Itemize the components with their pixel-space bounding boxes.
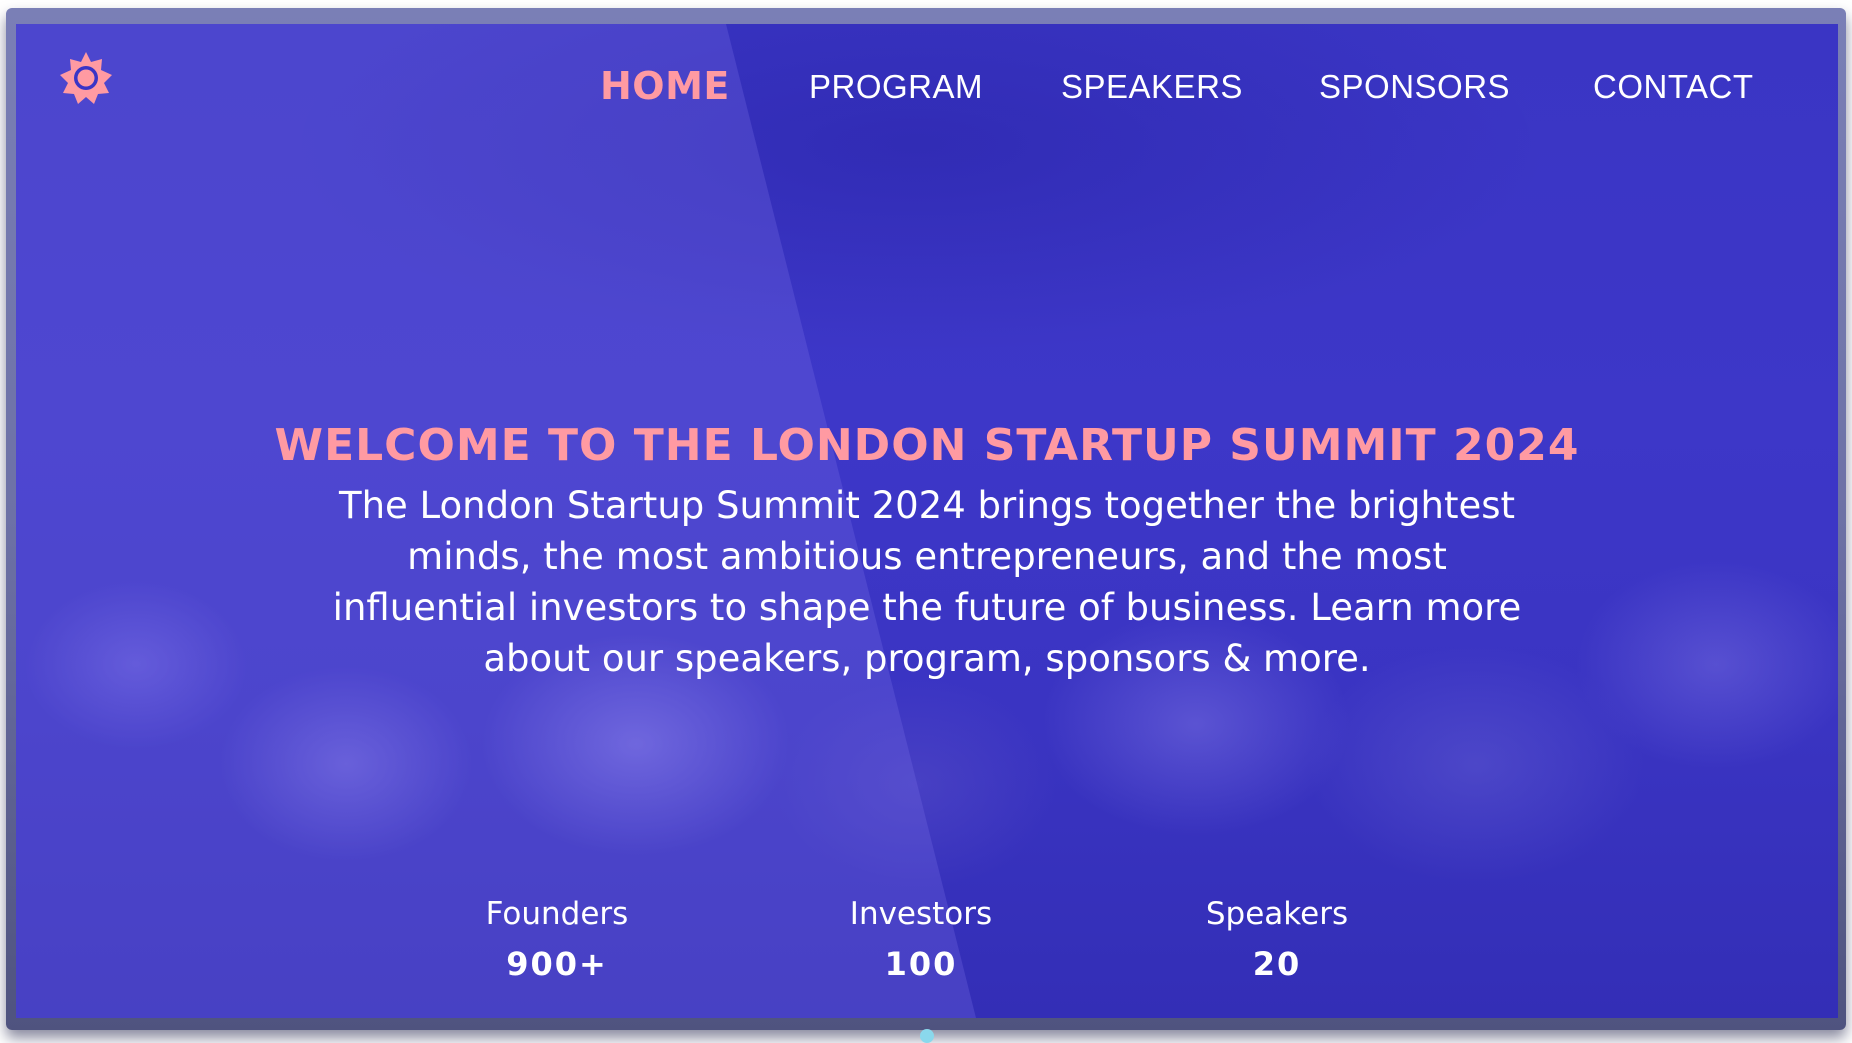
nav-speakers-link[interactable]: SPEAKERS [1061,68,1243,106]
stat-speakers: Speakers 20 [1147,894,1407,984]
stat-label: Speakers [1205,896,1349,932]
hero-title: WELCOME TO THE LONDON STARTUP SUMMIT 202… [274,420,1580,471]
stat-label: Founders [485,896,629,932]
stat-label: Investors [849,896,993,932]
nav-home-link[interactable]: HOME [600,64,730,108]
stat-founders: Founders 900+ [427,894,687,984]
nav-program-link[interactable]: PROGRAM [809,68,983,106]
app-frame: HOME PROGRAM SPEAKERS SPONSORS CONTACT W… [0,8,1852,1043]
stat-value: 20 [1252,945,1302,983]
nav-contact-link[interactable]: CONTACT [1593,68,1754,106]
nav-sponsors-link[interactable]: SPONSORS [1319,68,1510,106]
hero-description: The London Startup Summit 2024 brings to… [332,484,1522,680]
main-navigation: HOME PROGRAM SPEAKERS SPONSORS CONTACT [16,58,1838,108]
hero-screen: HOME PROGRAM SPEAKERS SPONSORS CONTACT W… [16,24,1838,1018]
slide-indicator-dot[interactable] [920,1029,934,1043]
stat-investors: Investors 100 [791,894,1051,984]
stat-value: 900+ [506,945,608,983]
stat-value: 100 [884,945,958,983]
